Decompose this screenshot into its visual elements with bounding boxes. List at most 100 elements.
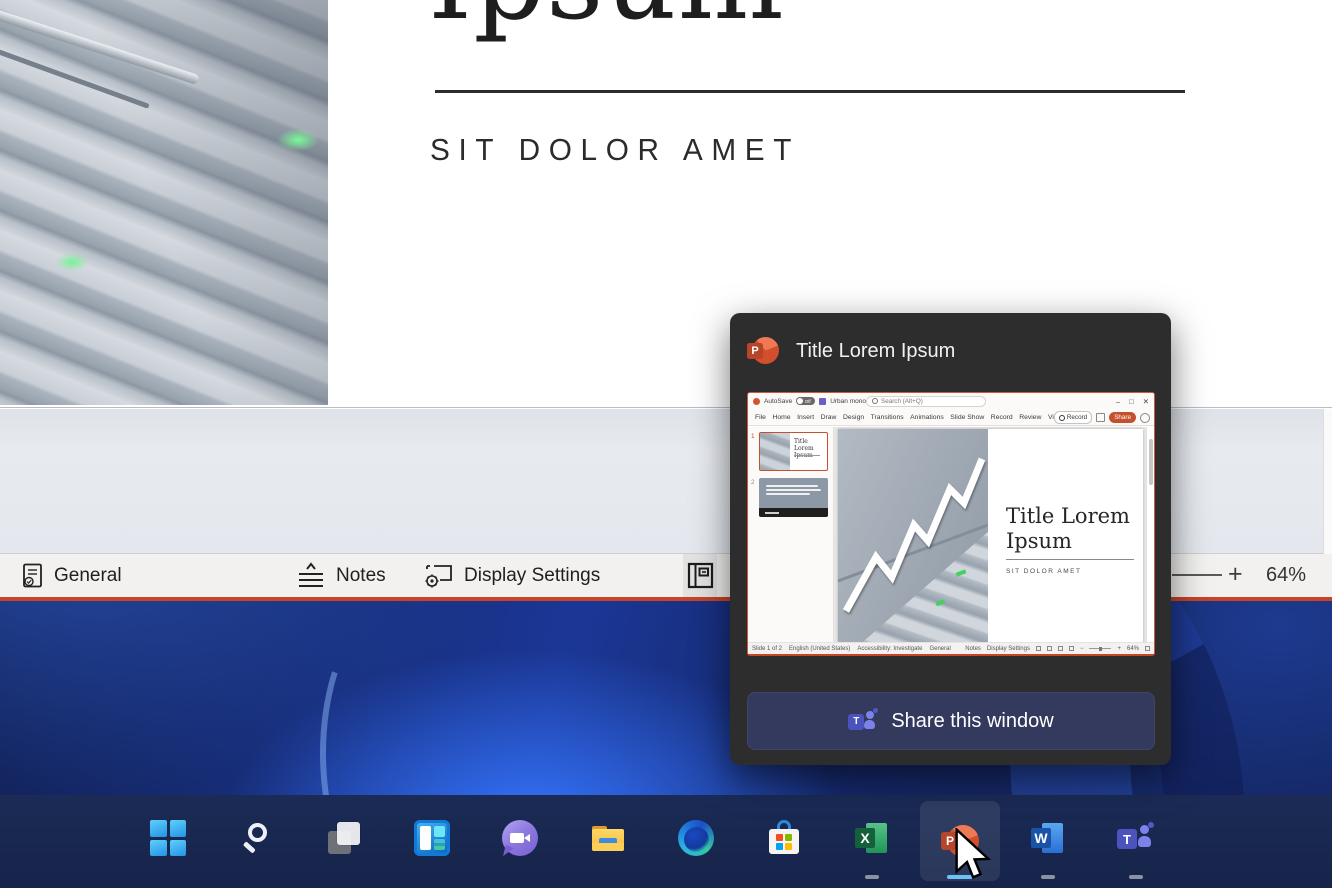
mini-slide-divider <box>1006 559 1134 560</box>
chat-icon <box>502 820 538 856</box>
mini-tab: Home <box>772 414 790 421</box>
mini-view-icon <box>1058 646 1063 651</box>
normal-view-button[interactable] <box>683 554 717 597</box>
slide-title-text[interactable]: Ipsum <box>428 0 785 36</box>
mini-slide-title: Title Lorem Ipsum <box>1006 504 1130 554</box>
slide-subtitle-text[interactable]: SIT DOLOR AMET <box>430 132 800 168</box>
mini-ribbon-tabs: File Home Insert Draw Design Transitions… <box>748 409 1154 426</box>
mini-slide-panel: 1 Title Lorem Ipsum 2 <box>748 427 834 642</box>
mini-tab: Animations <box>910 414 944 421</box>
general-label: General <box>54 565 122 587</box>
mini-general: General <box>929 646 950 652</box>
microsoft-store-icon <box>767 820 801 856</box>
notes-label: Notes <box>336 565 386 587</box>
microsoft-store-button[interactable] <box>760 799 808 877</box>
powerpoint-logo-icon: P <box>747 336 779 366</box>
mini-view-icon <box>1047 646 1052 651</box>
mini-accessibility: Accessibility: Investigate <box>857 646 922 652</box>
preview-window-title: Title Lorem Ipsum <box>796 340 955 363</box>
mini-app-icon <box>753 398 760 405</box>
file-explorer-button[interactable] <box>584 799 632 877</box>
mini-titlebar: AutoSave Off Urban monochrome - PowerPoi… <box>748 393 1154 409</box>
mini-display-settings: Display Settings <box>987 646 1030 652</box>
mini-view-icon <box>1069 646 1074 651</box>
zoom-in-button[interactable]: + <box>1228 560 1243 589</box>
mini-view-icon <box>1036 646 1041 651</box>
mini-staircase-photo <box>838 429 988 645</box>
mini-comments-icon <box>1096 413 1105 422</box>
mini-minimize-icon: – <box>1116 397 1120 406</box>
window-thumbnail[interactable]: AutoSave Off Urban monochrome - PowerPoi… <box>747 392 1155 656</box>
file-explorer-icon <box>590 821 626 855</box>
mini-slide2-number: 2 <box>751 479 755 486</box>
mini-fit-icon <box>1145 646 1150 651</box>
mini-maximize-icon: □ <box>1129 397 1134 406</box>
mini-search-box: Search (Alt+Q) <box>866 396 986 407</box>
word-button[interactable]: W <box>1024 799 1072 877</box>
display-settings-icon <box>424 563 454 589</box>
taskbar: X P W T <box>0 795 1332 888</box>
task-view-button[interactable] <box>320 799 368 877</box>
mini-tab: Transitions <box>871 414 904 421</box>
mini-window-controls: – □ ✕ <box>1116 393 1149 409</box>
mini-ribbon-actions: Record Share <box>1054 411 1150 424</box>
share-this-window-button[interactable]: T Share this window <box>747 692 1155 750</box>
mini-editor-body: 1 Title Lorem Ipsum 2 <box>748 427 1154 642</box>
mini-zoom-in: + <box>1117 646 1121 652</box>
mini-slide2-thumbnail <box>759 478 828 517</box>
mini-share-button: Share <box>1109 412 1136 423</box>
mini-slide1-number: 1 <box>751 433 755 440</box>
mini-close-icon: ✕ <box>1143 397 1149 406</box>
edge-button[interactable] <box>672 799 720 877</box>
search-button[interactable] <box>232 799 280 877</box>
mini-autosave-label: AutoSave <box>764 398 792 405</box>
mini-record-button: Record <box>1054 411 1092 424</box>
mini-tab: Review <box>1019 414 1041 421</box>
mini-tab: Design <box>843 414 864 421</box>
staircase-photo[interactable] <box>0 0 328 405</box>
display-settings-button[interactable]: Display Settings <box>424 554 600 597</box>
teams-running-indicator <box>1129 875 1143 879</box>
vertical-scrollbar[interactable] <box>1323 409 1332 554</box>
mini-status-bar: Slide 1 of 2 English (United States) Acc… <box>748 642 1154 654</box>
zoom-level[interactable]: 64% <box>1266 564 1306 587</box>
task-view-icon <box>327 821 361 855</box>
teams-icon: T <box>1117 821 1155 855</box>
zoom-slider-track[interactable] <box>1172 574 1222 576</box>
excel-button[interactable]: X <box>848 799 896 877</box>
word-running-indicator <box>1041 875 1055 879</box>
mini-autosave-toggle: Off <box>796 397 815 405</box>
mini-tab: Record <box>991 414 1013 421</box>
mini-slide-indicator: Slide 1 of 2 <box>752 646 782 652</box>
mini-tab: Insert <box>797 414 814 421</box>
mini-language: English (United States) <box>789 646 850 652</box>
notes-button[interactable]: Notes <box>296 554 386 597</box>
teams-share-icon: T <box>848 708 878 735</box>
mini-zoom-slider <box>1089 648 1111 649</box>
mini-search-icon <box>872 398 878 404</box>
desktop-screen: Ipsum SIT DOLOR AMET General <box>0 0 1332 888</box>
widgets-button[interactable] <box>408 799 456 877</box>
sensitivity-general-button[interactable]: General <box>22 554 122 597</box>
mini-scrollbar <box>1146 427 1154 642</box>
mini-slide-subtitle: SIT DOLOR AMET <box>1006 568 1081 575</box>
edge-icon <box>678 820 714 856</box>
handrail <box>0 6 200 85</box>
slide-divider-line <box>435 90 1185 93</box>
mouse-cursor <box>953 828 999 882</box>
share-button-label: Share this window <box>891 710 1053 733</box>
mini-zoom-level: 64% <box>1127 646 1139 652</box>
sensitivity-icon <box>22 563 44 589</box>
chat-button[interactable] <box>496 799 544 877</box>
start-button[interactable] <box>144 799 192 877</box>
excel-running-indicator <box>865 875 879 879</box>
teams-button[interactable]: T <box>1112 799 1160 877</box>
excel-icon: X <box>855 821 889 855</box>
mini-zoom-out: − <box>1080 646 1084 652</box>
mini-notes: Notes <box>965 646 981 652</box>
mini-tab: Slide Show <box>950 414 984 421</box>
mini-save-icon <box>819 398 826 405</box>
word-icon: W <box>1031 821 1065 855</box>
mini-thumb-photo <box>760 433 790 470</box>
growth-zigzag-graphic <box>838 429 988 645</box>
